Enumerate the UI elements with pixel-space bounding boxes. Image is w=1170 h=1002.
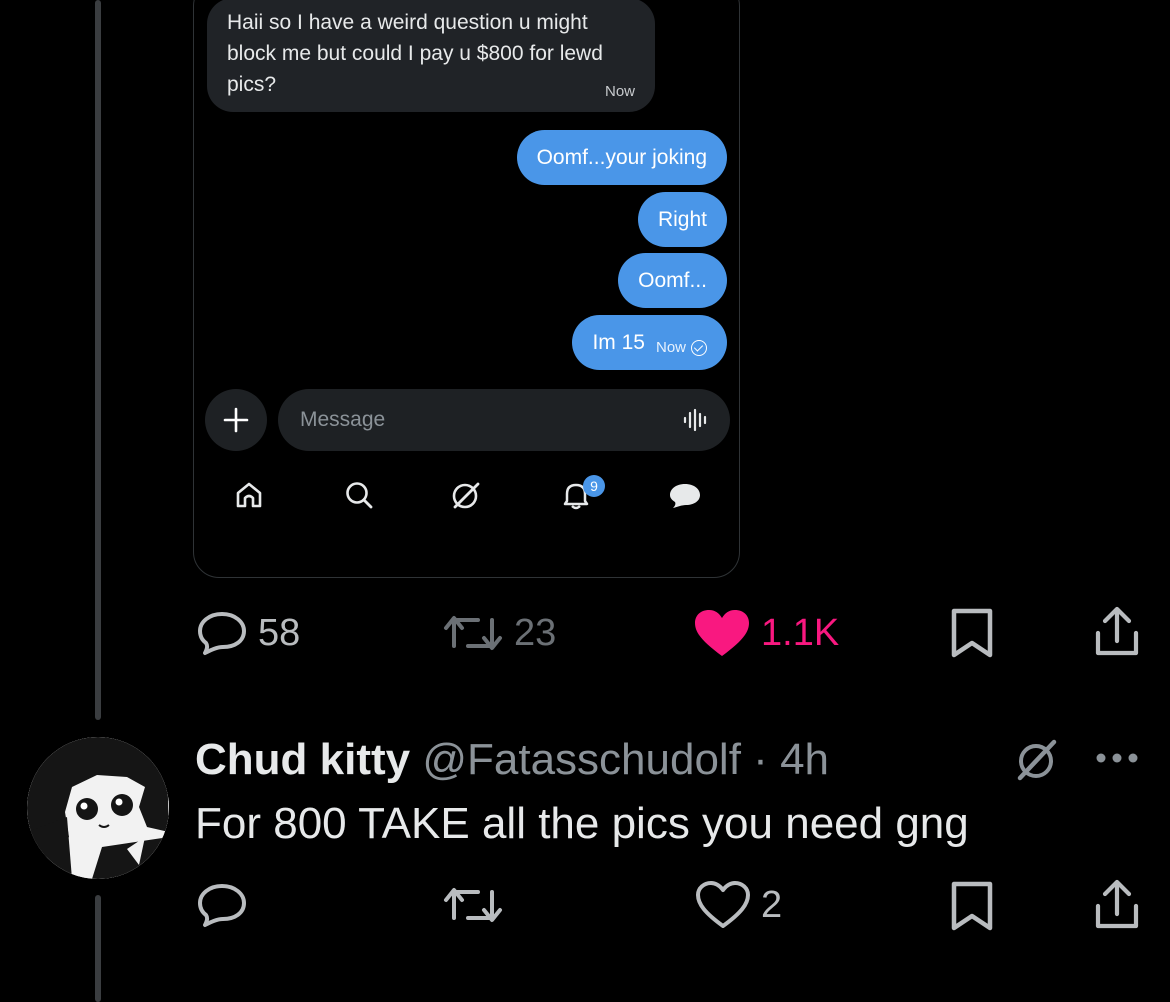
like-count: 2 <box>761 884 783 926</box>
avatar-image <box>27 737 169 879</box>
home-icon[interactable] <box>233 479 265 511</box>
screen: Haii so I have a weird question u might … <box>0 0 1170 1002</box>
repost-count: 23 <box>514 612 557 654</box>
repost-action[interactable]: 23 <box>442 610 556 656</box>
comment-icon <box>198 612 246 655</box>
avatar[interactable] <box>27 737 169 879</box>
notification-badge: 9 <box>583 475 605 497</box>
bookmark-icon[interactable] <box>948 880 996 932</box>
share-icon[interactable] <box>1094 878 1140 932</box>
reply-timestamp[interactable]: 4h <box>780 735 829 784</box>
incoming-message-bubble: Haii so I have a weird question u might … <box>207 0 655 112</box>
reply-separator: · <box>753 735 768 784</box>
outgoing-message-bubble: Right <box>637 192 727 247</box>
bookmark-icon[interactable] <box>948 607 996 659</box>
thread-connector-top <box>95 0 101 720</box>
share-icon[interactable] <box>1094 605 1140 659</box>
like-count: 1.1K <box>761 612 840 654</box>
voice-message-icon[interactable] <box>683 407 709 433</box>
read-receipt-icon <box>691 339 707 356</box>
plus-icon <box>223 407 249 433</box>
outgoing-message-text: Im 15 <box>592 331 645 354</box>
outgoing-message-time: Now <box>655 339 686 356</box>
repost-icon[interactable] <box>442 882 504 928</box>
like-action[interactable]: 2 <box>695 880 782 930</box>
grok-icon[interactable] <box>1012 736 1062 784</box>
heart-filled-icon <box>695 610 749 656</box>
reply-header: Chud kitty @Fatasschudolf · 4h <box>195 735 829 785</box>
reply-text: For 800 TAKE all the pics you need gng <box>195 799 969 848</box>
reply-action[interactable]: 58 <box>196 610 300 656</box>
grok-icon[interactable] <box>449 479 483 513</box>
outgoing-message-text: Oomf...your joking <box>536 146 707 169</box>
reply-count: 58 <box>258 612 301 654</box>
incoming-message-text: Haii so I have a weird question u might … <box>227 11 603 96</box>
reply-author-name[interactable]: Chud kitty <box>195 735 410 784</box>
more-options-icon[interactable] <box>1094 750 1140 766</box>
messages-icon[interactable] <box>668 479 702 511</box>
message-input[interactable] <box>278 389 730 451</box>
like-action[interactable]: 1.1K <box>693 608 839 658</box>
outgoing-message-bubble: Im 15 Now <box>572 315 727 370</box>
repost-icon <box>444 616 502 650</box>
heart-icon <box>696 881 750 928</box>
add-attachment-button[interactable] <box>205 389 267 451</box>
attached-screenshot[interactable]: Haii so I have a weird question u might … <box>193 0 740 578</box>
outgoing-message-bubble: Oomf... <box>618 253 727 308</box>
incoming-message-time: Now <box>604 83 635 100</box>
outgoing-message-text: Oomf... <box>638 269 707 292</box>
outgoing-message-bubble: Oomf...your joking <box>516 130 727 185</box>
search-icon[interactable] <box>343 479 375 511</box>
comment-icon[interactable] <box>196 882 248 928</box>
thread-connector-bottom <box>95 895 101 1002</box>
outgoing-message-text: Right <box>657 208 707 231</box>
reply-author-handle[interactable]: @Fatasschudolf <box>422 735 741 784</box>
